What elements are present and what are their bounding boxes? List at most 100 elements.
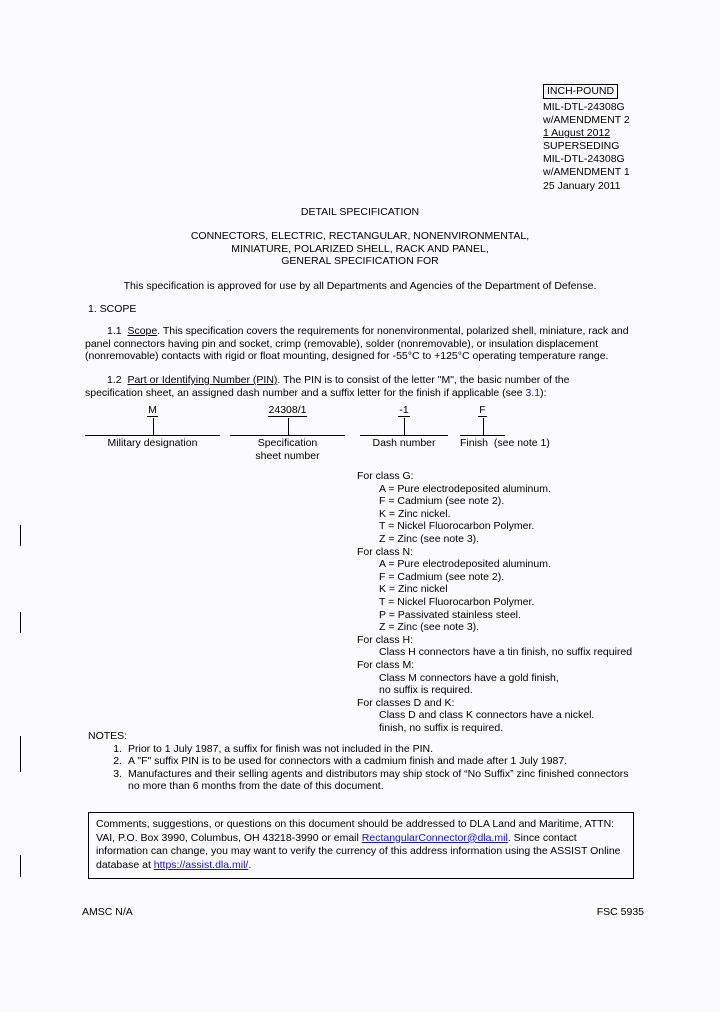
note-item-1-number: 1. [113,742,122,755]
paragraph-1-1-number: 1.1 [107,325,122,337]
header-identification-lines: MIL-DTL-24308G w/AMENDMENT 21 August 2012… [543,101,713,193]
pin-segment-2-value: 24308/1 [267,404,308,417]
pin-segment-2-value-wrap: 24308/1 [230,404,345,417]
inch-pound-badge: INCH-POUND [543,84,619,99]
finish-code-list: For class G: A = Pure electrodeposited al… [357,470,632,734]
note-item-3-line-1: Manufactures and their selling agents an… [128,767,629,780]
pin-segment-1-label: Military designation [107,437,198,449]
footer-fsc: FSC 5935 [596,906,644,918]
pin-segment-3-value-wrap: -1 [360,404,448,417]
notes-section: NOTES: 1. Prior to 1 July 1987, a suffix … [88,730,636,793]
finish-class-5-item-1: Class D and class K connectors have a ni… [379,709,595,722]
finish-class-heading-1: For class G: [357,470,414,482]
pin-breakdown-diagram: M Military designation 24308/1 Specificatio… [85,404,550,472]
document-title-line-1: CONNECTORS, ELECTRIC, RECTANGULAR, NONEN… [190,230,530,242]
finish-class-2-item-3: K = Zinc nickel [379,583,448,596]
paragraph-1-1-body: . This specification covers the requirem… [85,325,629,363]
note-item-2-number: 2. [113,755,122,768]
change-bar-2 [20,612,21,633]
note-item-3: 3. Manufactures and their selling agents … [88,768,636,793]
detail-specification-title: DETAIL SPECIFICATION [300,206,420,218]
approval-statement: This specification is approved for use b… [123,280,597,292]
change-bar-1 [20,525,21,546]
pin-segment-2-leader-stem [287,418,289,435]
finish-class-4-item-1: Class M connectors have a gold finish, [379,671,559,684]
pin-segment-4-label-wrap: Finish (see note 1) [460,437,550,450]
document-page: INCH-POUND MIL-DTL-24308G w/AMENDMENT 21 … [0,0,720,1012]
note-item-1-text: Prior to 1 July 1987, a suffix for finis… [128,743,636,756]
note-item-2-line-1: A "F" suffix PIN is to be used for conne… [128,755,568,768]
pin-segment-3-label-wrap: Dash number [360,437,448,450]
cross-reference-link-3-1[interactable]: 3.1 [525,387,540,399]
document-title-line-3: GENERAL SPECIFICATION FOR [281,255,439,268]
finish-class-heading-2: For class N: [357,545,414,558]
paragraph-1-2-number: 1.2 [107,374,122,386]
notes-item-list: 1. Prior to 1 July 1987, a suffix for fin… [88,743,636,793]
note-item-1: 1. Prior to 1 July 1987, a suffix for fin… [88,743,636,756]
pin-segment-3-label: Dash number [372,437,436,449]
paragraph-1-2-title: Part or Identifying Number (PIN) [127,374,278,386]
header-line-5: MIL-DTL-24308G [543,153,625,166]
pin-segment-1-value-wrap: M [85,404,220,417]
pin-segment-2-leader-rule [230,435,345,436]
note-item-3-text: Manufactures and their selling agents an… [128,768,636,793]
finish-class-2-item-5: P = Passivated stainless steel. [379,608,521,621]
note-item-3-number: 3. [113,767,122,780]
pin-segment-1-label-wrap: Military designation [85,437,220,450]
pin-segment-4-value: F [478,404,487,417]
change-bar-4 [20,855,21,877]
finish-class-1-item-1: A = Pure electrodeposited aluminum. [379,482,551,495]
pin-segment-2-label: Specification [257,437,318,449]
pin-segment-2-label-line-2: sheet number [255,449,320,462]
notes-heading: NOTES: [88,730,128,742]
header-line-1: MIL-DTL-24308G [543,101,625,113]
pin-segment-1-leader-stem [152,418,154,435]
assist-url-link[interactable]: https://assist.dla.mil/ [154,859,249,871]
finish-class-heading-5: For classes D and K: [357,696,455,709]
document-header-block: INCH-POUND MIL-DTL-24308G w/AMENDMENT 21 … [543,84,713,193]
pin-segment-4-label: Finish (see note 1) [460,437,550,450]
finish-class-heading-3: For class H: [357,633,414,646]
paragraph-1-1-scope: 1.1 Scope. This specification covers the… [85,325,630,363]
note-item-3-line-2: no more than 6 months from the date of t… [128,780,384,793]
finish-class-heading-4: For class M: [357,658,415,671]
pin-segment-3-leader-rule [360,435,448,436]
note-item-2-text: A "F" suffix PIN is to be used for conne… [128,755,636,768]
finish-class-2-item-4: T = Nickel Fluorocarbon Polymer. [379,595,535,608]
finish-class-1-item-3: K = Zinc nickel. [379,507,451,520]
contact-information-box: Comments, suggestions, or questions on t… [88,812,634,880]
header-line-3: 1 August 2012 [543,127,713,140]
pin-segment-2-label-wrap: Specification sheet number [230,437,345,462]
document-title: CONNECTORS, ELECTRIC, RECTANGULAR, NONEN… [0,230,720,268]
pin-segment-1-value: M [147,404,158,417]
document-title-line-2: MINIATURE, POLARIZED SHELL, RACK AND PAN… [231,242,489,255]
header-line-7: 25 January 2011 [543,179,621,192]
pin-segment-4-leader-stem [482,418,484,435]
finish-class-2-item-1: A = Pure electrodeposited aluminum. [379,558,551,571]
finish-class-1-item-5: Z = Zinc (see note 3). [379,532,480,545]
paragraph-1-1-title: Scope [127,325,158,337]
pin-segment-4-value-wrap: F [460,404,505,417]
finish-class-1-item-2: F = Cadmium (see note 2). [379,495,505,508]
note-item-1-line-1: Prior to 1 July 1987, a suffix for finis… [128,742,434,755]
finish-class-4-item-2: no suffix is required. [379,684,473,697]
footer-amsc: AMSC N/A [82,906,133,918]
scope-section-heading: 1. SCOPE [88,303,137,315]
finish-class-2-item-6: Z = Zinc (see note 3). [379,621,480,634]
pin-segment-4-label-text: Finish [460,437,489,449]
paragraph-1-2-body-after: ): [540,386,547,399]
header-line-3-text: 1 August 2012 [543,127,611,140]
header-line-6: w/AMENDMENT 1 [543,166,630,179]
pin-segment-1-leader-rule [85,435,220,436]
finish-class-1-item-4: T = Nickel Fluorocarbon Polymer. [379,520,535,533]
contact-text-part-3: . [248,858,252,871]
email-link[interactable]: RectangularConnector@dla.mil [362,832,508,844]
finish-class-3-item-1: Class H connectors have a tin finish, no… [379,646,633,659]
header-line-4: SUPERSEDING [543,140,620,153]
header-line-2: w/AMENDMENT 2 [543,114,630,127]
pin-segment-4-leader-rule [460,435,505,436]
note-item-2: 2. A "F" suffix PIN is to be used for con… [88,755,636,768]
paragraph-1-2-pin: 1.2 Part or Identifying Number (PIN). Th… [85,374,630,399]
pin-segment-3-leader-stem [404,418,405,435]
pin-segment-4-note-reference: (see note 1) [493,437,550,449]
